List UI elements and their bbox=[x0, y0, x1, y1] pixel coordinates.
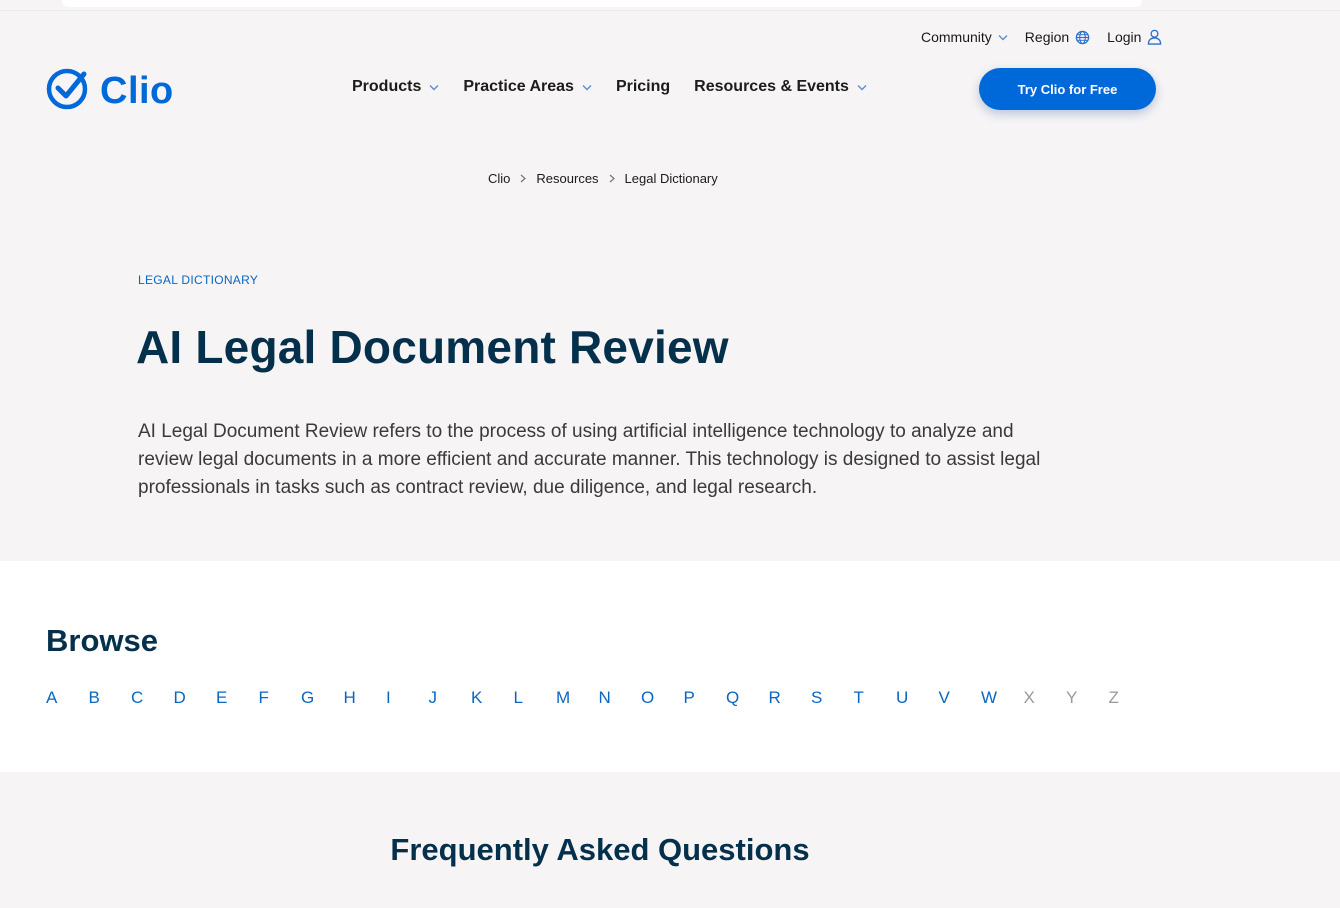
eyebrow-label[interactable]: LEGAL DICTIONARY bbox=[138, 273, 258, 287]
breadcrumb-clio[interactable]: Clio bbox=[488, 171, 510, 186]
letter-link-q[interactable]: Q bbox=[726, 688, 769, 708]
utility-community[interactable]: Community bbox=[921, 29, 1008, 45]
letter-link-b[interactable]: B bbox=[89, 688, 132, 708]
utility-region-label: Region bbox=[1024, 29, 1070, 45]
letter-link-y: Y bbox=[1066, 688, 1078, 707]
chevron-down-icon bbox=[429, 78, 439, 96]
letter-link-l[interactable]: L bbox=[514, 688, 557, 708]
letter-link-o[interactable]: O bbox=[641, 688, 684, 708]
utility-region[interactable]: Region bbox=[1025, 29, 1090, 45]
letter-link-t[interactable]: T bbox=[854, 688, 897, 708]
nav-pricing-label: Pricing bbox=[615, 78, 671, 95]
faq-title: Frequently Asked Questions bbox=[390, 832, 810, 867]
letter-link-h[interactable]: H bbox=[344, 688, 387, 708]
letter-link-p[interactable]: P bbox=[684, 688, 727, 708]
term-definition: AI Legal Document Review refers to the p… bbox=[138, 421, 1041, 498]
nav-products[interactable]: Products bbox=[352, 78, 439, 96]
letter-link-g[interactable]: G bbox=[301, 688, 344, 708]
letter-link-m[interactable]: M bbox=[556, 688, 599, 708]
letter-index: ABCDEFGHIJKLMNOPQRSTUVWX Y Z bbox=[46, 688, 1151, 708]
utility-login[interactable]: Login bbox=[1107, 29, 1162, 45]
browse-section: Browse ABCDEFGHIJKLMNOPQRSTUVWX Y Z bbox=[0, 561, 1340, 772]
letter-link-k[interactable]: K bbox=[471, 688, 514, 708]
letter-link-a[interactable]: A bbox=[46, 688, 89, 708]
letter-link-n[interactable]: N bbox=[599, 688, 642, 708]
chevron-down-icon bbox=[857, 78, 867, 96]
user-icon bbox=[1147, 29, 1162, 45]
logo-wordmark: Clio bbox=[100, 69, 174, 112]
breadcrumb: Clio Resources Legal Dictionary bbox=[488, 171, 718, 186]
chevron-down-icon bbox=[582, 78, 592, 96]
try-clio-free-button[interactable]: Try Clio for Free bbox=[979, 68, 1156, 110]
letter-link-v[interactable]: V bbox=[939, 688, 982, 708]
browse-title: Browse bbox=[46, 623, 158, 658]
chevron-right-icon bbox=[520, 174, 527, 183]
utility-community-label: Community bbox=[921, 29, 992, 45]
nav-pricing[interactable]: Pricing bbox=[616, 78, 670, 96]
letter-link-z: Z bbox=[1108, 688, 1119, 707]
letter-link-u[interactable]: U bbox=[896, 688, 939, 708]
chevron-down-icon bbox=[998, 34, 1008, 41]
letter-link-r[interactable]: R bbox=[769, 688, 812, 708]
chevron-right-icon bbox=[609, 174, 615, 183]
letter-link-w[interactable]: W bbox=[981, 688, 1024, 708]
page-title: AI Legal Document Review bbox=[136, 321, 729, 373]
nav-products-label: Products bbox=[352, 78, 422, 95]
letter-link-d[interactable]: D bbox=[174, 688, 217, 708]
letter-link-f[interactable]: F bbox=[259, 688, 302, 708]
site-header: Community Region Login Clio Products Pra… bbox=[0, 0, 1340, 150]
letter-link-c[interactable]: C bbox=[131, 688, 174, 708]
main-nav: Products Practice Areas Pricing Resource… bbox=[352, 78, 867, 96]
nav-practice-areas[interactable]: Practice Areas bbox=[463, 78, 592, 96]
nav-practice-areas-label: Practice Areas bbox=[463, 78, 574, 95]
nav-resources-events-label: Resources & Events bbox=[694, 78, 849, 95]
clio-logo[interactable]: Clio bbox=[46, 66, 174, 115]
breadcrumb-resources[interactable]: Resources bbox=[536, 171, 598, 186]
letter-link-s[interactable]: S bbox=[811, 688, 854, 708]
letter-link-j[interactable]: J bbox=[429, 688, 472, 708]
letter-link-e[interactable]: E bbox=[216, 688, 259, 708]
globe-icon bbox=[1075, 30, 1090, 45]
utility-nav: Community Region Login bbox=[921, 29, 1162, 45]
letter-link-x: X bbox=[1023, 688, 1035, 707]
utility-login-label: Login bbox=[1107, 29, 1142, 45]
breadcrumb-legal-dictionary[interactable]: Legal Dictionary bbox=[625, 171, 718, 186]
nav-resources-events[interactable]: Resources & Events bbox=[694, 78, 867, 96]
letter-link-i[interactable]: I bbox=[386, 688, 429, 708]
checkmark-circle-icon bbox=[46, 66, 90, 115]
